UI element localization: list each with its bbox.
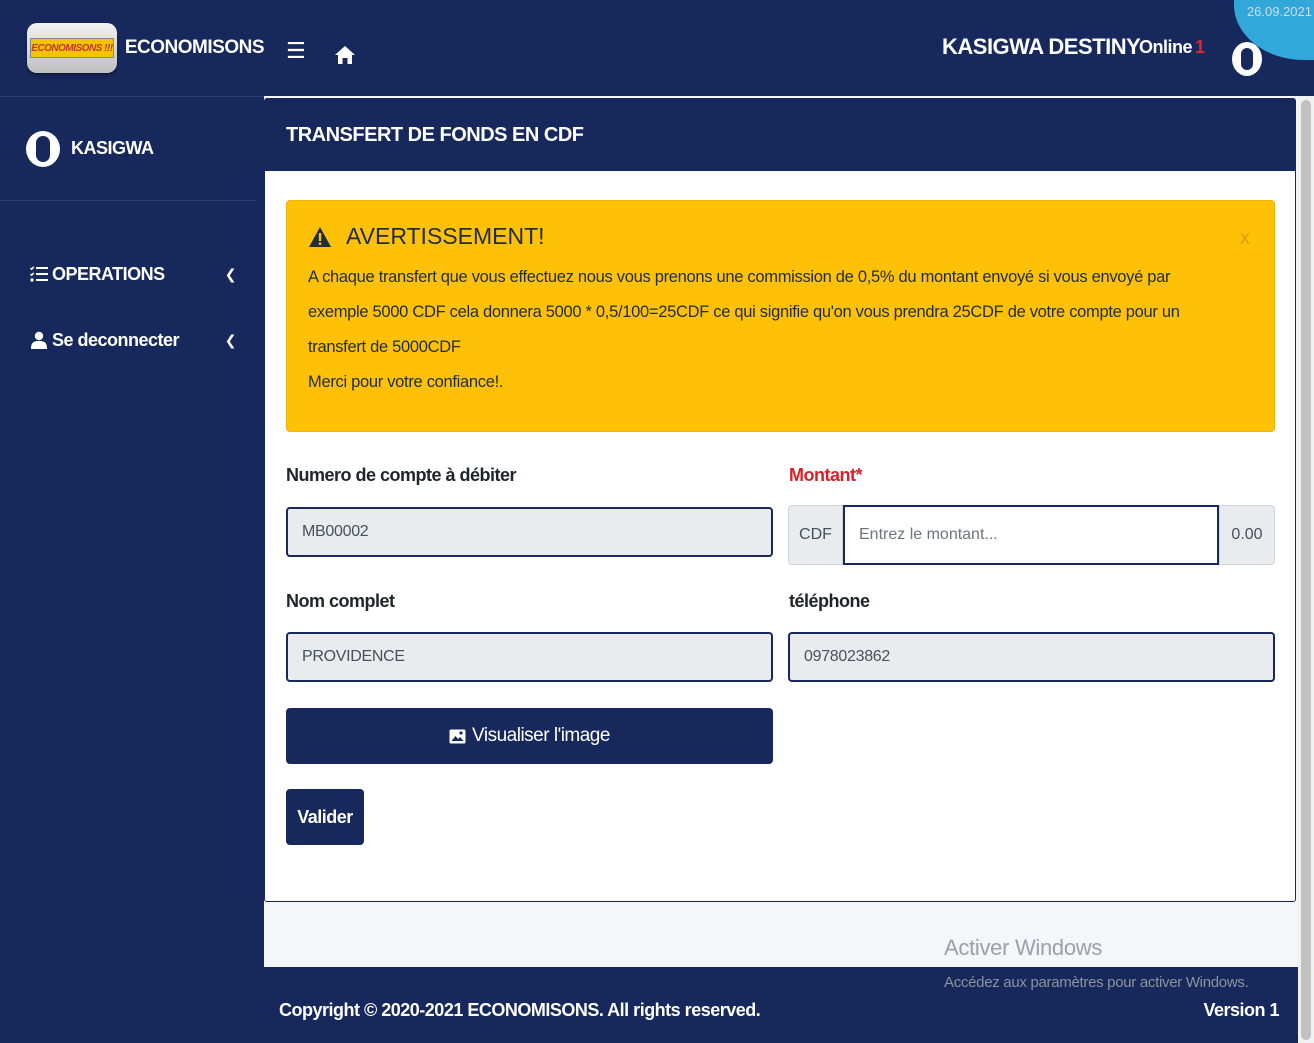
alert-title-row: AVERTISSEMENT! (308, 223, 1253, 250)
header-avatar-icon[interactable] (1232, 42, 1262, 76)
chevron-left-icon: ❮ (224, 265, 237, 282)
copyright-text: Copyright © 2020-2021 ECONOMISONS. All r… (279, 1000, 761, 1020)
close-icon[interactable]: x (1240, 227, 1250, 250)
sidebar-item-label: Se deconnecter (52, 329, 180, 350)
hamburger-menu-icon[interactable]: ☰ (286, 40, 306, 62)
alert-message: A chaque transfert que vous effectuez no… (308, 260, 1253, 400)
image-icon (449, 729, 466, 744)
alert-line: transfert de 5000CDF (308, 338, 461, 356)
user-avatar-icon (26, 130, 60, 167)
sidebar-nav: OPERATIONS ❮ Se deconnecter ❮ (0, 201, 264, 373)
alert-line: Merci pour votre confiance!. (308, 373, 504, 391)
warning-icon (308, 226, 332, 248)
page-scrollbar[interactable] (1298, 96, 1314, 1043)
view-image-button[interactable]: Visualiser l'image (286, 708, 773, 764)
sidebar-item-logout[interactable]: Se deconnecter ❮ (0, 307, 264, 373)
home-icon[interactable] (334, 45, 356, 70)
validate-button[interactable]: Valider (286, 789, 364, 845)
top-header: ☰ KASIGWA DESTINY Online 1 26.09.2021 (264, 0, 1314, 96)
alert-title: AVERTISSEMENT! (346, 223, 545, 249)
date-text: 26.09.2021 (1246, 4, 1312, 19)
sidebar-item-label: OPERATIONS (52, 263, 165, 284)
phone-label: téléphone (789, 591, 870, 611)
list-icon (30, 266, 48, 282)
account-label: Numero de compte à débiter (286, 465, 517, 485)
version-text: Version 1 (1203, 1000, 1279, 1020)
scrollbar-thumb[interactable] (1301, 100, 1311, 1040)
fullname-field[interactable]: PROVIDENCE (286, 632, 773, 682)
amount-input-group: CDF 0.00 (788, 505, 1275, 565)
card-title: TRANSFERT DE FONDS EN CDF (265, 99, 1295, 171)
user-icon (30, 331, 48, 349)
view-image-label: Visualiser l'image (472, 725, 610, 746)
alert-line: A chaque transfert que vous effectuez no… (308, 268, 1171, 286)
warning-alert: AVERTISSEMENT! x A chaque transfert que … (286, 200, 1275, 432)
amount-suffix: 0.00 (1219, 505, 1275, 565)
activation-watermark-title: Activer Windows (944, 935, 1103, 960)
account-field[interactable]: MB00002 (286, 507, 773, 557)
alert-line: exemple 5000 CDF cela donnera 5000 * 0,5… (308, 303, 1180, 321)
activation-watermark-subtitle: Accédez aux paramètres pour activer Wind… (944, 974, 1249, 991)
online-count-badge: 1 (1195, 37, 1205, 57)
sidebar-user-name: KASIGWA (71, 138, 154, 158)
chevron-left-icon: ❮ (224, 331, 237, 348)
currency-addon: CDF (788, 505, 843, 565)
online-label: Online (1139, 37, 1193, 57)
fullname-label: Nom complet (286, 591, 395, 611)
header-user-name[interactable]: KASIGWA DESTINY (942, 34, 1141, 60)
brand-logo: ECONOMISONS !!! (27, 23, 117, 73)
amount-input[interactable] (843, 505, 1219, 565)
transfer-card: TRANSFERT DE FONDS EN CDF AVERTISSEMENT!… (264, 98, 1296, 902)
amount-label: Montant* (789, 465, 862, 485)
brand-name: ECONOMISONS (124, 37, 265, 58)
sidebar: ECONOMISONS !!! ECONOMISONS KASIGWA OPER… (0, 0, 265, 1043)
online-status[interactable]: Online 1 (1139, 37, 1205, 58)
brand[interactable]: ECONOMISONS !!! ECONOMISONS (0, 0, 265, 97)
phone-field[interactable]: 0978023862 (788, 632, 1275, 682)
sidebar-item-operations[interactable]: OPERATIONS ❮ (0, 241, 264, 307)
brand-logo-text: ECONOMISONS !!! (29, 38, 114, 58)
user-panel[interactable]: KASIGWA (0, 97, 256, 201)
